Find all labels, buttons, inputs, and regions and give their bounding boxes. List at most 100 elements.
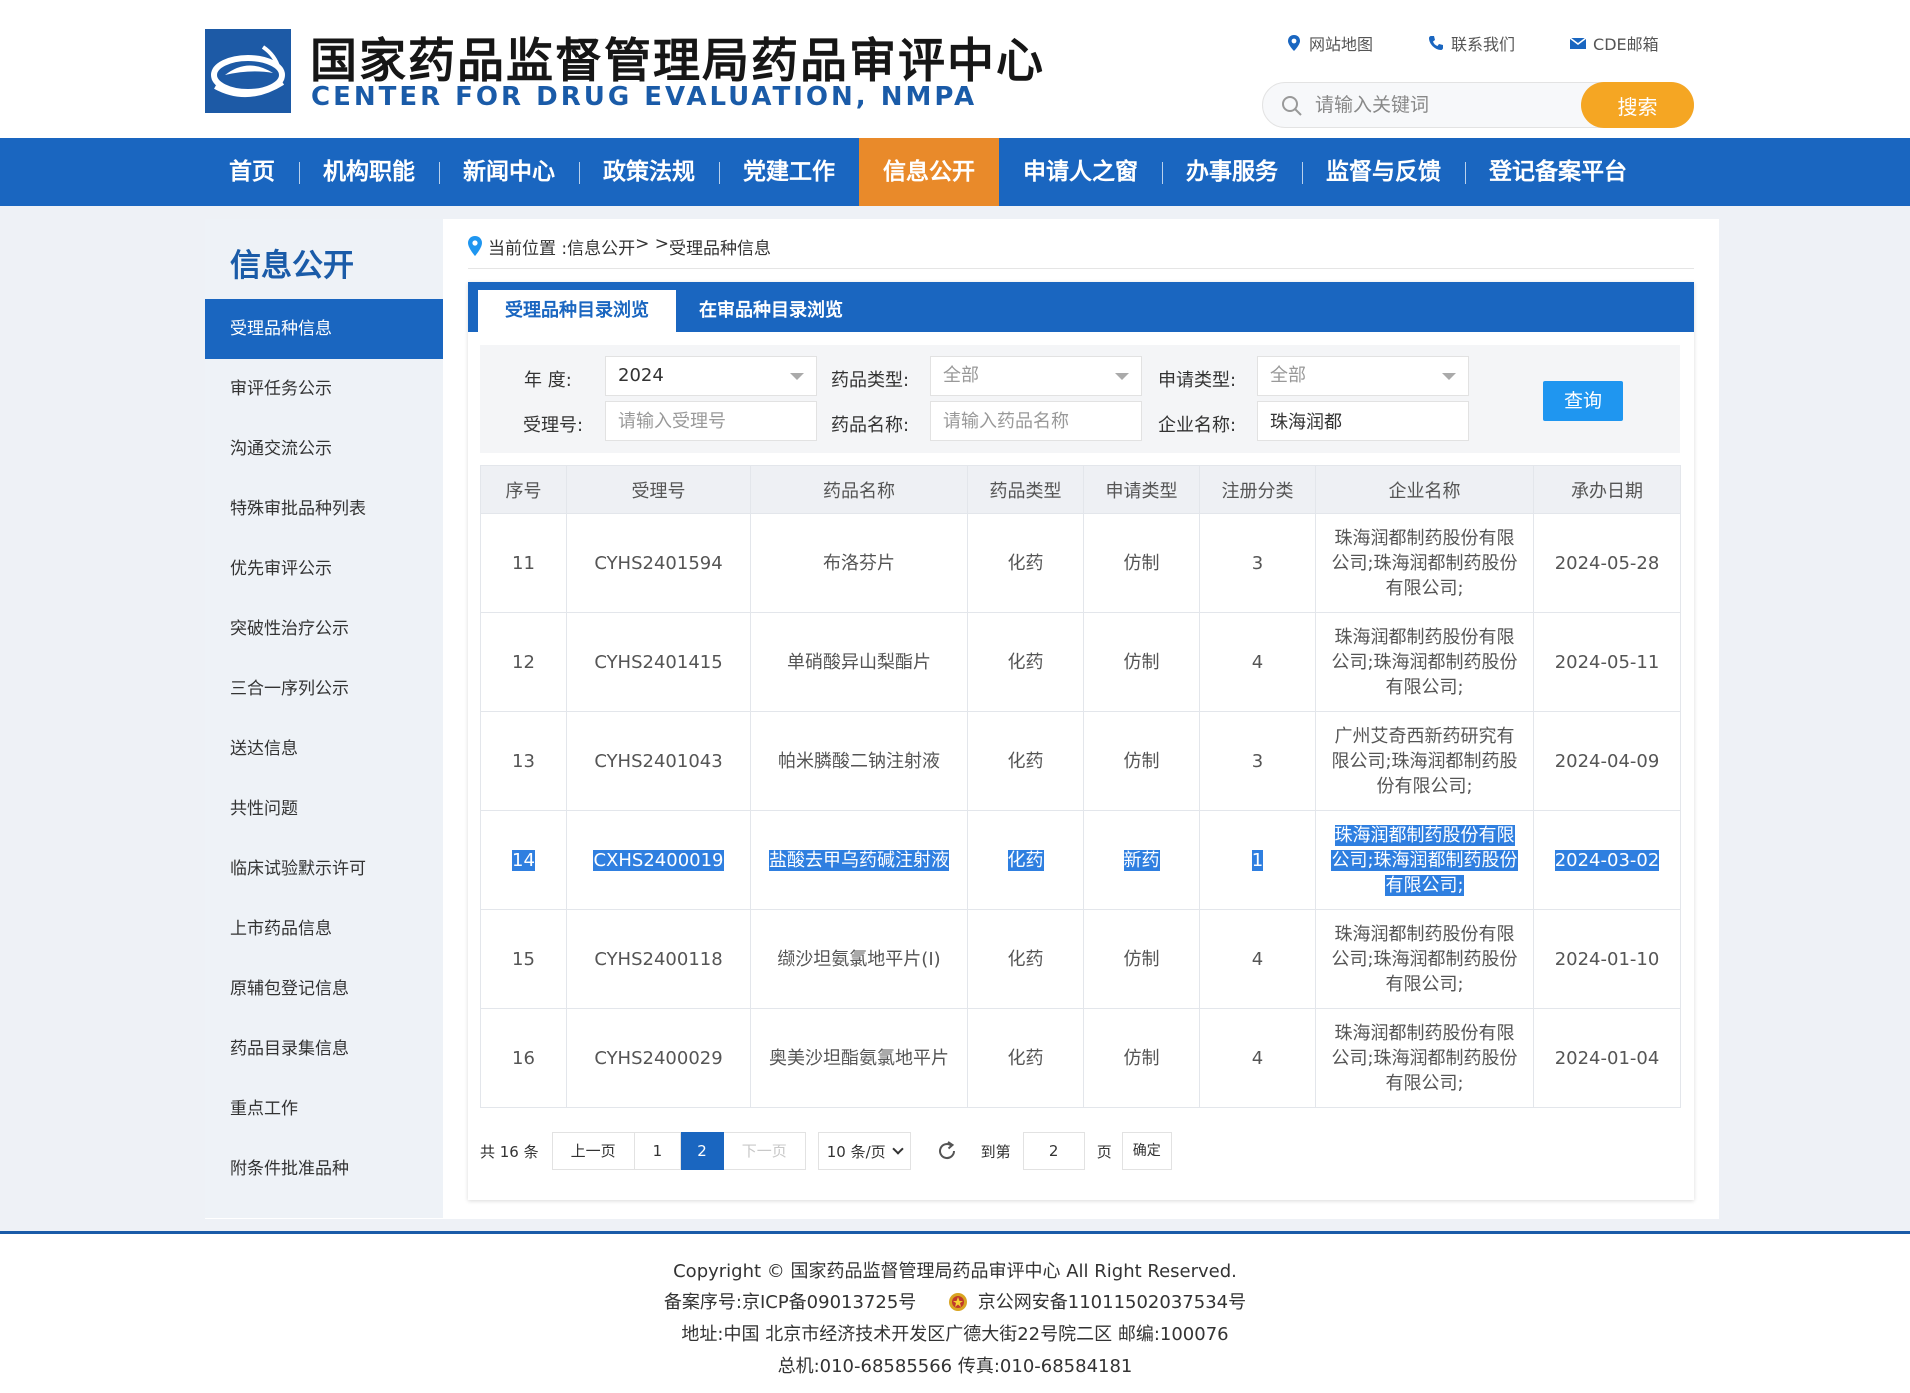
company-input[interactable] [1257, 401, 1469, 441]
cde-logo[interactable] [205, 29, 291, 113]
page-size-value: 10 条/页 [826, 1142, 886, 1161]
table-row: 13 CYHS2401043 帕米膦酸二钠注射液 化药 仿制 3 广州艾奇西新药… [480, 711, 1681, 811]
main-nav: 首页 机构职能 新闻中心 政策法规 党建工作 信息公开 申请人之窗 办事服务 监… [0, 138, 1910, 206]
cell-date: 2024-05-28 [1533, 513, 1681, 613]
nav-functions[interactable]: 机构职能 [299, 138, 439, 206]
page-1-button[interactable]: 1 [634, 1132, 682, 1170]
footer-police[interactable]: 京公网安备11011502037534号 [978, 1292, 1246, 1313]
col-header-drug-name: 药品名称 [750, 465, 968, 514]
tab-accepted-catalog[interactable]: 受理品种目录浏览 [478, 290, 676, 332]
sidebar-item-marketed-drugs[interactable]: 上市药品信息 [205, 899, 443, 959]
sidebar-item-excipients[interactable]: 原辅包登记信息 [205, 959, 443, 1019]
contact-link[interactable]: 联系我们 [1427, 31, 1515, 55]
chevron-down-icon [1442, 373, 1456, 380]
cell-date: 2024-05-11 [1533, 612, 1681, 712]
sidebar-item-delivery[interactable]: 送达信息 [205, 719, 443, 779]
cell-accept-no[interactable]: CYHS2400118 [566, 909, 751, 1009]
goto-page-input[interactable]: 2 [1022, 1132, 1085, 1170]
drug-type-select[interactable]: 全部 [930, 356, 1142, 396]
prev-page-button[interactable]: 上一页 [551, 1132, 635, 1170]
sidebar-item-priority-review[interactable]: 优先审评公示 [205, 539, 443, 599]
footer-phone: 总机:010-68585566 传真:010-68584181 [777, 1356, 1133, 1377]
company-label: 企业名称: [1158, 415, 1237, 436]
sidebar-item-communication[interactable]: 沟通交流公示 [205, 419, 443, 479]
pagination: 共 16 条 上一页 1 2 下一页 10 条/页 到第 2 页 确定 [480, 1131, 1172, 1171]
sidebar-item-common-issues[interactable]: 共性问题 [205, 779, 443, 839]
sitemap-link[interactable]: 网站地图 [1285, 31, 1373, 55]
footer-icp[interactable]: 备案序号:京ICP备09013725号 [664, 1292, 916, 1313]
nav-home[interactable]: 首页 [205, 138, 299, 206]
goto-confirm-button[interactable]: 确定 [1121, 1132, 1172, 1170]
site-title-cn: 国家药品监督管理局药品审评中心 [310, 34, 1045, 89]
apply-type-label: 申请类型: [1158, 370, 1237, 391]
cell-company: 珠海润都制药股份有限公司;珠海润都制药股份有限公司; [1315, 513, 1534, 613]
sidebar-title: 信息公开 [230, 248, 354, 284]
location-pin-icon [468, 236, 482, 256]
cell-apply-type: 新药 [1083, 810, 1200, 910]
sidebar-item-catalog[interactable]: 药品目录集信息 [205, 1019, 443, 1079]
cell-reg-class: 3 [1199, 711, 1316, 811]
cell-index: 13 [480, 711, 567, 811]
apply-type-select[interactable]: 全部 [1257, 356, 1469, 396]
nav-applicant[interactable]: 申请人之窗 [999, 138, 1162, 206]
search-button[interactable]: 搜索 [1581, 82, 1694, 128]
cell-accept-no[interactable]: CYHS2401415 [566, 612, 751, 712]
nav-party[interactable]: 党建工作 [719, 138, 859, 206]
cde-mail-link[interactable]: CDE邮箱 [1569, 31, 1659, 55]
next-page-button[interactable]: 下一页 [723, 1132, 806, 1170]
sidebar-item-special-approval[interactable]: 特殊审批品种列表 [205, 479, 443, 539]
sidebar-item-breakthrough[interactable]: 突破性治疗公示 [205, 599, 443, 659]
nav-feedback[interactable]: 监督与反馈 [1302, 138, 1465, 206]
site-title-en: CENTER FOR DRUG EVALUATION, NMPA [311, 82, 978, 112]
cell-reg-class: 4 [1199, 909, 1316, 1009]
apply-type-value: 全部 [1270, 365, 1306, 386]
sidebar-item-key-work[interactable]: 重点工作 [205, 1079, 443, 1139]
cell-index: 14 [480, 810, 567, 910]
selected-text: CXHS2400019 [593, 849, 724, 871]
nav-news[interactable]: 新闻中心 [439, 138, 579, 206]
col-header-apply-type: 申请类型 [1083, 465, 1200, 514]
accept-no-input[interactable] [605, 401, 817, 441]
year-value: 2024 [618, 365, 664, 386]
top-links: 网站地图 联系我们 CDE邮箱 [1285, 30, 1659, 56]
search-input[interactable] [1315, 89, 1575, 121]
table-row-selected: 14 CXHS2400019 盐酸去甲乌药碱注射液 化药 新药 1 珠海润都制药… [480, 810, 1681, 910]
cell-reg-class: 4 [1199, 612, 1316, 712]
sidebar-item-clinical-trial[interactable]: 临床试验默示许可 [205, 839, 443, 899]
table-row: 11 CYHS2401594 布洛芬片 化药 仿制 3 珠海润都制药股份有限公司… [480, 513, 1681, 613]
cell-date: 2024-01-10 [1533, 909, 1681, 1009]
phone-icon [1429, 36, 1444, 50]
query-button[interactable]: 查询 [1543, 381, 1623, 421]
sidebar-item-review-tasks[interactable]: 审评任务公示 [205, 359, 443, 419]
refresh-icon[interactable] [935, 1139, 959, 1163]
page-size-select[interactable]: 10 条/页 [817, 1132, 911, 1170]
cell-date: 2024-04-09 [1533, 711, 1681, 811]
breadcrumb-section[interactable]: 信息公开 [567, 234, 635, 259]
page-unit-label: 页 [1096, 1142, 1112, 1161]
site-header: 国家药品监督管理局药品审评中心 CENTER FOR DRUG EVALUATI… [0, 0, 1910, 138]
nav-registration[interactable]: 登记备案平台 [1465, 138, 1651, 206]
cell-drug-name: 缬沙坦氨氯地平片(I) [750, 909, 968, 1009]
police-badge-icon [949, 1293, 968, 1311]
breadcrumb-prefix: 当前位置 : [488, 239, 568, 259]
drug-name-input[interactable] [930, 401, 1142, 441]
tab-in-review-catalog[interactable]: 在审品种目录浏览 [672, 290, 870, 332]
cell-accept-no[interactable]: CYHS2401594 [566, 513, 751, 613]
cell-accept-no[interactable]: CYHS2400029 [566, 1008, 751, 1108]
cde-mail-label: CDE邮箱 [1593, 35, 1659, 54]
cell-accept-no[interactable]: CXHS2400019 [566, 810, 751, 910]
cell-accept-no[interactable]: CYHS2401043 [566, 711, 751, 811]
nav-policy[interactable]: 政策法规 [579, 138, 719, 206]
sidebar-item-conditional-approval[interactable]: 附条件批准品种 [205, 1139, 443, 1199]
cell-company: 珠海润都制药股份有限公司;珠海润都制药股份有限公司; [1315, 810, 1534, 910]
sidebar-item-three-in-one[interactable]: 三合一序列公示 [205, 659, 443, 719]
sidebar-item-accepted[interactable]: 受理品种信息 [205, 299, 443, 359]
footer-copyright: Copyright © 国家药品监督管理局药品审评中心 All Right Re… [673, 1261, 1237, 1282]
nav-info-public[interactable]: 信息公开 [859, 138, 999, 206]
page-2-button[interactable]: 2 [681, 1132, 724, 1170]
nav-services[interactable]: 办事服务 [1162, 138, 1302, 206]
cell-drug-type: 化药 [967, 612, 1084, 712]
footer-icp-line: 备案序号:京ICP备09013725号 京公网安备11011502037534号 [0, 1288, 1910, 1314]
site-footer: Copyright © 国家药品监督管理局药品审评中心 All Right Re… [0, 1231, 1910, 1393]
year-select[interactable]: 2024 [605, 356, 817, 396]
